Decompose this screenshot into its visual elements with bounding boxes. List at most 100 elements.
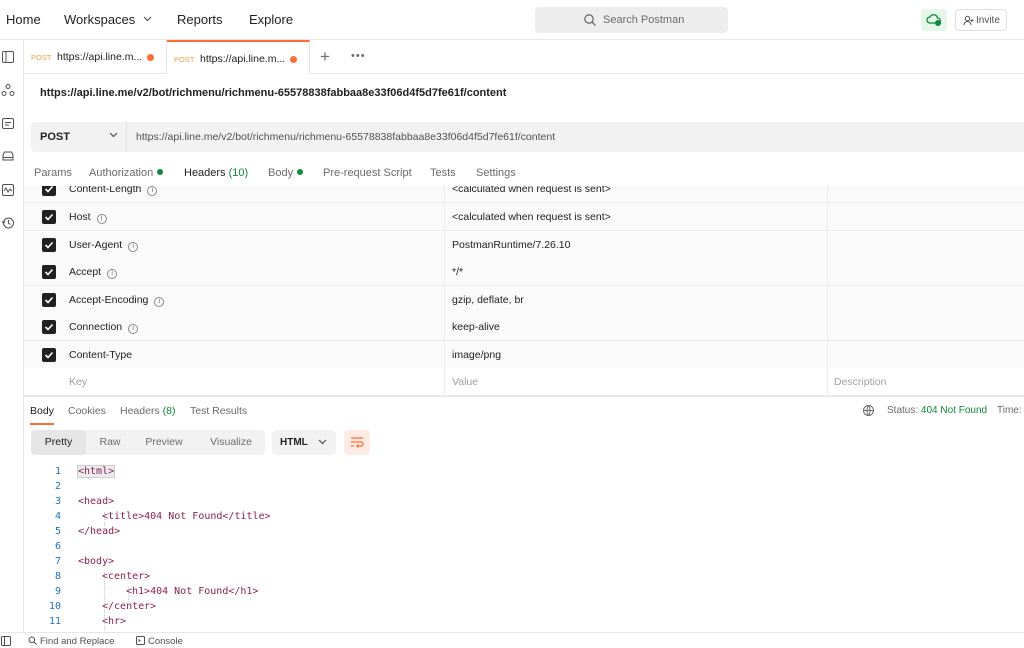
tab-headers-label: Headers [184,167,226,179]
method-select[interactable]: POST [31,122,127,152]
tab-method: POST [174,55,195,64]
mock-servers-icon[interactable] [1,150,15,164]
tab-settings[interactable]: Settings [476,167,516,179]
response-status[interactable]: Status: 404 Not Found [887,405,987,416]
status-value: 404 Not Found [920,405,988,416]
url-bar: POST https://api.line.me/v2/bot/richmenu… [31,122,1024,152]
new-tab-plus-icon[interactable]: + [320,47,330,67]
request-tab[interactable]: POST https://api.line.m... [24,40,167,74]
info-icon[interactable]: i [128,324,139,334]
cloud-sync-icon [926,14,941,26]
code-line: <hr> [102,616,127,627]
search-input[interactable]: Search Postman [535,7,728,33]
status-dot-icon [157,169,164,175]
response-body-code[interactable]: 1 <html> 2 3 <head> 4 <title>404 Not Fou… [24,462,1024,630]
row-checkbox[interactable] [42,293,56,307]
tab-method: POST [31,53,52,62]
header-key-text: Host [69,211,91,223]
row-checkbox[interactable] [42,320,56,334]
console-button[interactable]: Console [136,636,183,647]
info-icon[interactable]: i [107,269,118,279]
reports-link[interactable]: Reports [177,12,223,27]
more-tabs-icon[interactable]: ••• [351,50,366,62]
sync-status-button[interactable] [921,9,947,31]
home-link[interactable]: Home [6,12,41,27]
view-raw-button[interactable]: Raw [90,430,130,455]
response-tab-body[interactable]: Body [30,405,54,417]
header-value[interactable]: image/png [452,349,501,361]
row-checkbox[interactable] [42,348,56,362]
workspaces-label: Workspaces [64,12,136,27]
explore-link[interactable]: Explore [249,12,293,27]
workspaces-menu[interactable]: Workspaces [64,12,152,27]
method-label: POST [40,131,70,143]
header-value[interactable]: keep-alive [452,321,500,333]
format-select[interactable]: HTML [272,430,336,455]
header-key-text: Accept [69,266,102,278]
tab-params[interactable]: Params [34,167,72,179]
tab-tests[interactable]: Tests [430,167,456,179]
row-checkbox[interactable] [42,265,56,279]
row-checkbox[interactable] [42,186,56,196]
row-checkbox[interactable] [42,238,56,252]
request-tab-active[interactable]: POST https://api.line.m... [167,40,310,74]
search-icon [584,14,596,26]
info-icon[interactable]: i [128,242,139,252]
request-title[interactable]: https://api.line.me/v2/bot/richmenu/rich… [40,87,506,99]
response-time-label[interactable]: Time: [997,405,1022,416]
header-value[interactable]: PostmanRuntime/7.26.10 [452,239,570,251]
apis-icon[interactable] [1,83,15,97]
table-row-empty: Key Value Description [24,368,1024,396]
description-input[interactable]: Description [834,376,887,388]
value-input[interactable]: Value [452,376,478,388]
row-checkbox[interactable] [42,210,56,224]
line-number: 5 [54,526,61,537]
header-key: Content-Length i [69,186,158,196]
tab-body[interactable]: Body [268,167,304,179]
response-headers-count: (8) [162,405,176,417]
response-tabs: Body Cookies Headers (8) Test Results St… [24,396,1024,426]
header-value[interactable]: <calculated when request is sent> [452,211,611,223]
info-icon[interactable]: i [147,186,158,196]
wrap-lines-button[interactable] [344,430,370,455]
response-tab-test-results[interactable]: Test Results [190,405,247,417]
table-row: Connection i keep-alive [24,313,1024,341]
response-tab-headers[interactable]: Headers (8) [120,405,175,417]
wrap-lines-icon [351,437,364,448]
code-line: <center> [102,571,151,582]
tab-headers[interactable]: Headers (10) [184,167,248,179]
response-tab-cookies[interactable]: Cookies [68,405,106,417]
view-preview-button[interactable]: Preview [136,430,192,455]
status-bar: Find and Replace Console [0,632,1024,648]
tab-prerequest-script[interactable]: Pre-request Script [323,167,412,179]
table-row: Accept i */* [24,258,1024,286]
code-line: </center> [102,601,157,612]
chevron-down-icon [143,16,152,22]
environments-icon[interactable] [1,117,15,131]
view-visualize-button[interactable]: Visualize [201,430,261,455]
top-bar: Home Workspaces Reports Explore Search P… [0,0,1024,40]
header-value[interactable]: <calculated when request is sent> [452,186,611,195]
header-value[interactable]: gzip, deflate, br [452,294,524,306]
header-value[interactable]: */* [452,266,463,278]
url-input[interactable]: https://api.line.me/v2/bot/richmenu/rich… [136,131,555,143]
info-icon[interactable]: i [96,214,107,224]
key-input[interactable]: Key [69,376,87,388]
invite-button[interactable]: Invite [955,9,1007,31]
header-key: Connection i [69,321,139,334]
collections-icon[interactable] [1,50,15,64]
history-icon[interactable] [1,216,15,230]
find-replace-button[interactable]: Find and Replace [28,636,114,647]
info-icon[interactable]: i [154,297,165,307]
console-label: Console [148,636,183,647]
tab-authorization[interactable]: Authorization [89,167,164,179]
line-number: 11 [48,616,61,627]
tab-label: https://api.line.m... [200,53,286,65]
header-key-text: Content-Type [69,349,133,361]
view-pretty-button[interactable]: Pretty [31,430,86,455]
table-row: Accept-Encoding i gzip, deflate, br [24,286,1024,314]
sidebar-toggle-icon[interactable] [1,636,11,646]
globe-icon[interactable] [862,404,876,418]
monitors-icon[interactable] [1,183,15,197]
request-subtabs: Params Authorization Headers (10) Body P… [24,160,1024,188]
